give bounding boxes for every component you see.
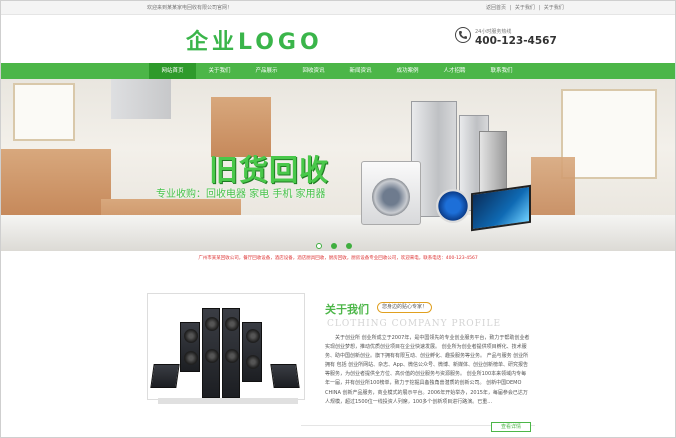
nav-item-jobs[interactable]: 人才招聘: [431, 63, 478, 79]
monitor-speaker-image: [270, 364, 300, 388]
range-hood-image: [111, 79, 171, 119]
speaker-image: [202, 308, 220, 398]
robot-vacuum-image: [436, 189, 470, 223]
washing-machine-image: [361, 161, 421, 225]
nav-item-cases[interactable]: 成功案例: [384, 63, 431, 79]
site-logo[interactable]: 企业LOGO: [186, 24, 323, 56]
hotline-number: 400-123-4567: [475, 35, 557, 47]
top-bar: 欢迎来到某某家电回收有限公司官网！ 返回首页 | 关于我们 | 关于我们: [1, 1, 675, 15]
top-link-separator: |: [509, 5, 512, 11]
about-subtitle-en: CLOTHING COMPANY PROFILE: [327, 319, 502, 329]
top-link-home[interactable]: 返回首页: [486, 5, 506, 11]
nav-item-news[interactable]: 新闻资讯: [337, 63, 384, 79]
speaker-image: [180, 322, 200, 372]
kitchen-cabinet-image: [1, 149, 111, 215]
about-body-text: 关于创业所 创业所成立于2007年，是中国领先的专业创业服务平台，致力于帮助创业…: [325, 335, 530, 405]
bright-window-image: [561, 89, 657, 179]
phone-icon: [455, 27, 471, 43]
banner-subtitle: 专业收购：回收电器 家电 手机 家用器: [156, 189, 326, 200]
water-dispenser-image: [479, 131, 507, 193]
about-title: 关于我们: [325, 303, 369, 316]
slider-dot-3[interactable]: [346, 243, 352, 249]
speaker-image: [222, 308, 240, 398]
view-details-button[interactable]: 查看详情: [491, 422, 531, 432]
about-tag: 您身边的贴心专家！: [377, 302, 433, 313]
main-nav: 网站首页 关于我们 产品展示 回收资讯 新闻资讯 成功案例 人才招聘 联系我们: [1, 63, 675, 79]
top-links: 返回首页 | 关于我们 | 关于我们: [486, 4, 566, 11]
nav-item-home[interactable]: 网站首页: [149, 63, 196, 79]
hotline-label: 24小时服务热线: [475, 29, 512, 35]
slider-dot-2[interactable]: [331, 243, 337, 249]
nav-item-about[interactable]: 关于我们: [196, 63, 243, 79]
nav-item-recycle-news[interactable]: 回收资讯: [290, 63, 337, 79]
hero-banner[interactable]: 旧货回收 专业收购：回收电器 家电 手机 家用器: [1, 79, 675, 251]
top-link-about[interactable]: 关于我们: [515, 5, 535, 11]
nav-item-contact[interactable]: 联系我们: [478, 63, 525, 79]
slider-dot-1[interactable]: [316, 243, 322, 249]
kitchen-window-image: [13, 83, 75, 141]
banner-title: 旧货回收: [209, 153, 330, 187]
about-image: [147, 293, 305, 404]
speaker-image: [242, 322, 262, 382]
page: 欢迎来到某某家电回收有限公司官网！ 返回首页 | 关于我们 | 关于我们 企业L…: [0, 0, 676, 438]
side-cabinet-image: [531, 157, 575, 215]
monitor-speaker-image: [150, 364, 180, 388]
welcome-text: 欢迎来到某某家电回收有限公司官网！: [147, 5, 233, 11]
nav-item-products[interactable]: 产品展示: [243, 63, 290, 79]
top-link-about-2[interactable]: 关于我们: [544, 5, 564, 11]
slider-dots: [316, 243, 352, 249]
business-info-line: 广州市某某回收公司，餐厅回收设备，酒店设备，酒店厨具回收，厨房回收，厨房设备专业…: [198, 256, 478, 261]
top-link-separator: |: [538, 5, 541, 11]
